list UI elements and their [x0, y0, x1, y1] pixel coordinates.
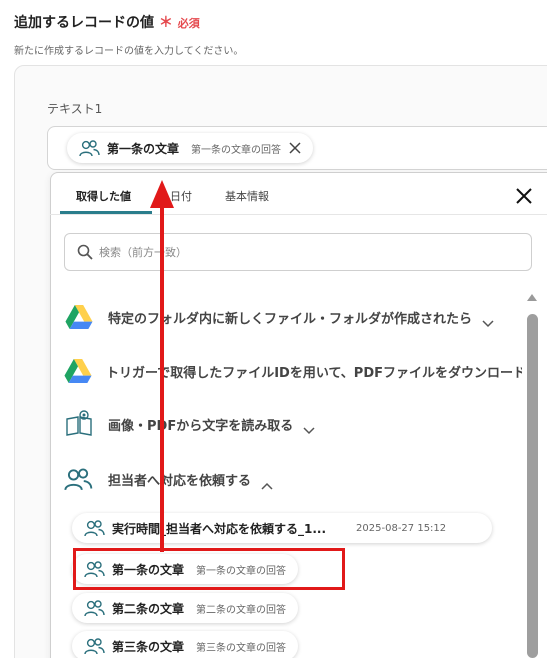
field-label: テキスト1	[47, 102, 103, 116]
item-value: 第二条の文章の回答	[196, 604, 287, 616]
chevron-down-icon	[303, 420, 315, 435]
chip-name: 第一条の文章	[107, 141, 180, 156]
item-name: 実行時間_担当者へ対応を依頼する_1...	[112, 521, 327, 536]
value-item[interactable]: 第二条の文章 第二条の文章の回答	[72, 593, 299, 623]
group-label: 画像・PDFから文字を読み取る	[108, 418, 294, 434]
ocr-book-icon	[64, 409, 94, 439]
users-icon	[84, 599, 106, 617]
users-icon	[79, 139, 101, 157]
remove-chip-icon[interactable]	[289, 142, 301, 154]
group-row-ocr[interactable]: 画像・PDFから文字を読み取る	[64, 409, 315, 439]
group-label: トリガーで取得したファイルIDを用いて、PDFファイルをダウンロード	[106, 365, 522, 381]
group-label: 担当者へ対応を依頼する	[108, 473, 252, 489]
group-row-drive-download[interactable]: トリガーで取得したファイルIDを用いて、PDFファイルをダウンロード	[64, 356, 522, 386]
chevron-up-icon	[261, 475, 273, 490]
users-icon	[84, 637, 106, 655]
chip-source: 第一条の文章の回答	[191, 144, 282, 156]
section-title-text: 追加するレコードの値	[14, 15, 154, 31]
google-drive-icon	[64, 356, 92, 386]
item-name: 第三条の文章	[112, 639, 185, 654]
search-placeholder: 検索（前方一致）	[99, 246, 187, 259]
tab-date[interactable]: 日付	[170, 188, 192, 204]
tabs-divider	[50, 214, 547, 215]
tab-acquired-values[interactable]: 取得した値	[76, 188, 131, 204]
users-icon	[64, 464, 94, 494]
item-value: 第三条の文章の回答	[196, 642, 287, 654]
close-icon[interactable]	[514, 186, 534, 206]
chevron-down-icon	[482, 313, 494, 328]
section-description: 新たに作成するレコードの値を入力してください。	[14, 46, 244, 57]
required-star: ＊	[158, 15, 173, 31]
value-item[interactable]: 第三条の文章 第三条の文章の回答	[72, 631, 299, 658]
tab-basic-info[interactable]: 基本情報	[225, 188, 269, 204]
google-drive-icon	[64, 302, 94, 332]
group-label: 特定のフォルダ内に新しくファイル・フォルダが作成されたら	[108, 311, 473, 327]
annotation-highlight-box	[73, 548, 345, 590]
scroll-up-arrow-icon[interactable]	[527, 294, 537, 301]
search-icon	[77, 244, 93, 260]
group-row-drive-new-file[interactable]: 特定のフォルダ内に新しくファイル・フォルダが作成されたら	[64, 302, 494, 332]
selected-value-chip[interactable]: 第一条の文章 第一条の文章の回答	[67, 133, 314, 163]
value-item[interactable]: 実行時間_担当者へ対応を依頼する_1... 2025-08-27 15:12	[72, 513, 492, 543]
item-value: 2025-08-27 15:12	[356, 522, 447, 534]
scrollbar-thumb[interactable]	[527, 314, 538, 658]
item-name: 第二条の文章	[112, 601, 185, 616]
group-row-assign-task[interactable]: 担当者へ対応を依頼する	[64, 464, 273, 494]
users-icon	[84, 519, 106, 537]
required-badge: 必須	[177, 17, 200, 30]
section-title: 追加するレコードの値 ＊ 必須	[14, 12, 200, 32]
search-input[interactable]: 検索（前方一致）	[64, 233, 532, 271]
